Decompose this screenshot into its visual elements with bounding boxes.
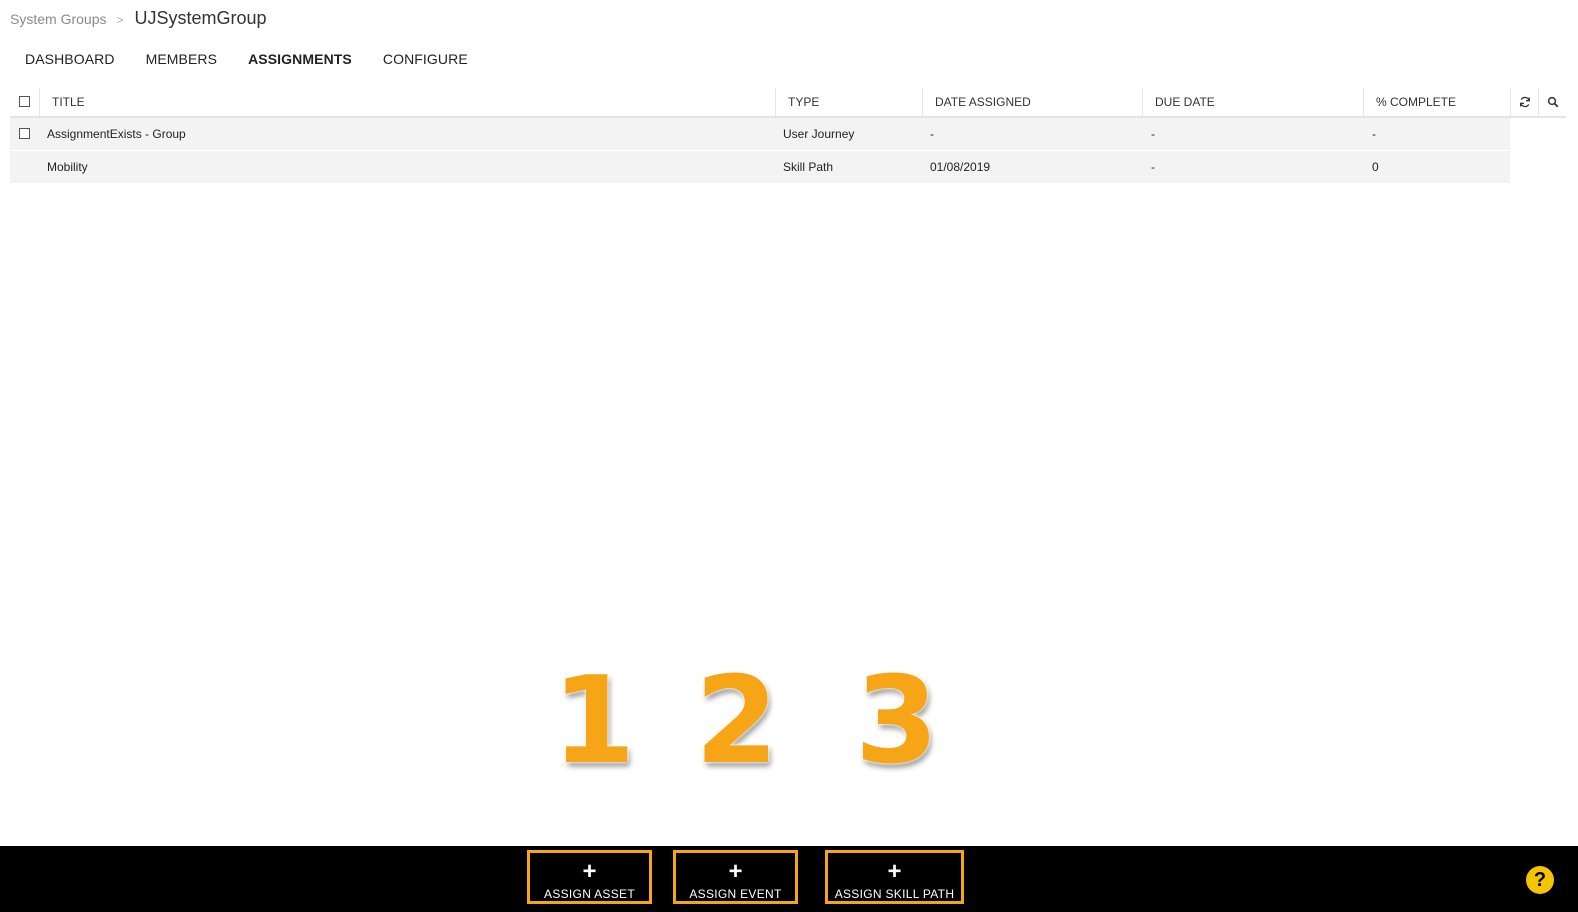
assign-event-label: ASSIGN EVENT bbox=[689, 887, 782, 901]
callout-number-3: 3 bbox=[855, 652, 939, 791]
row-type: User Journey bbox=[783, 127, 855, 141]
search-icon[interactable] bbox=[1538, 88, 1566, 116]
column-header-percent-complete[interactable]: % COMPLETE bbox=[1363, 88, 1510, 116]
column-header-title[interactable]: TITLE bbox=[39, 88, 775, 116]
tab-dashboard[interactable]: DASHBOARD bbox=[25, 51, 115, 67]
assignments-grid: TITLE TYPE DATE ASSIGNED DUE DATE % COMP… bbox=[10, 88, 1566, 183]
tab-assignments[interactable]: ASSIGNMENTS bbox=[248, 51, 352, 67]
table-row[interactable]: AssignmentExists - Group User Journey - … bbox=[10, 118, 1510, 150]
tab-members[interactable]: MEMBERS bbox=[146, 51, 218, 67]
row-title: Mobility bbox=[47, 160, 88, 174]
table-row[interactable]: Mobility Skill Path 01/08/2019 - 0 bbox=[10, 151, 1510, 183]
assign-skill-path-button[interactable]: + ASSIGN SKILL PATH bbox=[825, 850, 964, 904]
help-icon[interactable]: ? bbox=[1526, 866, 1554, 894]
row-due-date: - bbox=[1151, 160, 1155, 174]
tab-bar: DASHBOARD MEMBERS ASSIGNMENTS CONFIGURE bbox=[25, 51, 499, 67]
assign-asset-button[interactable]: + ASSIGN ASSET bbox=[527, 850, 652, 904]
refresh-icon[interactable] bbox=[1510, 88, 1538, 116]
row-percent-complete: 0 bbox=[1372, 160, 1379, 174]
row-due-date: - bbox=[1151, 127, 1155, 141]
column-header-type[interactable]: TYPE bbox=[775, 88, 922, 116]
assign-event-button[interactable]: + ASSIGN EVENT bbox=[673, 850, 798, 904]
plus-icon: + bbox=[887, 858, 902, 885]
plus-icon: + bbox=[728, 858, 743, 885]
row-percent-complete: - bbox=[1372, 127, 1376, 141]
breadcrumb-separator: > bbox=[116, 13, 124, 27]
row-type: Skill Path bbox=[783, 160, 834, 174]
callout-number-1: 1 bbox=[552, 652, 636, 791]
column-header-due-date[interactable]: DUE DATE bbox=[1142, 88, 1363, 116]
assign-asset-label: ASSIGN ASSET bbox=[544, 887, 635, 901]
page-title: UJSystemGroup bbox=[134, 8, 267, 28]
breadcrumb-system-groups-link[interactable]: System Groups bbox=[10, 11, 106, 27]
footer-action-bar: + ASSIGN ASSET + ASSIGN EVENT + ASSIGN S… bbox=[0, 846, 1578, 912]
grid-header: TITLE TYPE DATE ASSIGNED DUE DATE % COMP… bbox=[10, 88, 1566, 118]
assign-skill-path-label: ASSIGN SKILL PATH bbox=[834, 887, 955, 901]
callout-number-2: 2 bbox=[695, 652, 779, 791]
row-date-assigned: - bbox=[930, 127, 934, 141]
breadcrumb: System Groups > UJSystemGroup bbox=[10, 8, 267, 29]
plus-icon: + bbox=[582, 858, 597, 885]
row-date-assigned: 01/08/2019 bbox=[930, 160, 991, 174]
tab-configure[interactable]: CONFIGURE bbox=[383, 51, 468, 67]
column-header-date-assigned[interactable]: DATE ASSIGNED bbox=[922, 88, 1142, 116]
row-checkbox[interactable] bbox=[19, 128, 30, 139]
select-all-checkbox[interactable] bbox=[19, 96, 30, 107]
row-title: AssignmentExists - Group bbox=[47, 127, 186, 141]
